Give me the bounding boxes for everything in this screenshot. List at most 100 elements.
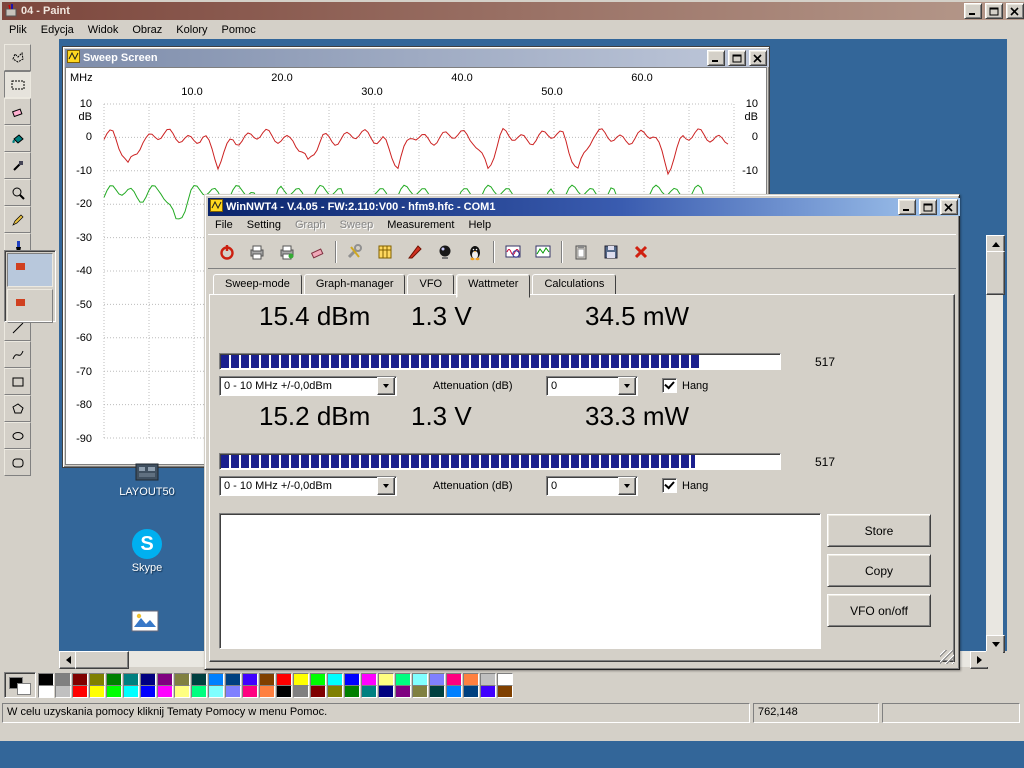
paint-menu-pomoc[interactable]: Pomoc	[214, 22, 262, 38]
rounded-rectangle-tool-icon[interactable]	[4, 449, 31, 476]
palette-swatch[interactable]	[140, 685, 156, 698]
sweep-close-button[interactable]	[749, 50, 767, 66]
palette-swatch[interactable]	[225, 685, 241, 698]
marker-button[interactable]	[400, 237, 429, 266]
fill-tool-icon[interactable]	[4, 125, 31, 152]
palette-swatch[interactable]	[242, 685, 258, 698]
tab-calculations[interactable]: Calculations	[532, 274, 616, 295]
chevron-down-icon[interactable]	[618, 477, 636, 495]
winnwt-menu-setting[interactable]: Setting	[240, 217, 288, 233]
winnwt-menu-measurement[interactable]: Measurement	[380, 217, 461, 233]
measurement-log-area[interactable]	[219, 513, 821, 649]
eraser-tool-icon[interactable]	[4, 98, 31, 125]
scope-zoom-button[interactable]	[498, 237, 527, 266]
copy-button[interactable]: Copy	[827, 554, 931, 587]
selection-opaque-option[interactable]	[7, 253, 53, 287]
linux-button[interactable]	[460, 237, 489, 266]
palette-swatch[interactable]	[157, 685, 173, 698]
palette-swatch[interactable]	[293, 685, 309, 698]
scrollbar-track[interactable]	[986, 251, 1003, 635]
table-button[interactable]	[370, 237, 399, 266]
paint-minimize-button[interactable]	[964, 3, 982, 19]
desktop-icon-picture[interactable]	[113, 609, 177, 636]
channel1-attenuation-select[interactable]: 0	[546, 376, 638, 396]
ellipse-tool-icon[interactable]	[4, 422, 31, 449]
palette-swatch[interactable]	[276, 685, 292, 698]
palette-swatch[interactable]	[259, 685, 275, 698]
power-button[interactable]	[212, 237, 241, 266]
channel1-hang-checkbox[interactable]	[662, 378, 677, 393]
resize-grip[interactable]	[940, 650, 954, 664]
sweep-maximize-button[interactable]	[728, 50, 746, 66]
palette-swatch[interactable]	[72, 685, 88, 698]
palette-swatch[interactable]	[378, 685, 394, 698]
rectangle-tool-icon[interactable]	[4, 368, 31, 395]
winnwt-menu-sweep[interactable]: Sweep	[333, 217, 381, 233]
paint-menu-plik[interactable]: Plik	[2, 22, 34, 38]
palette-swatch[interactable]	[446, 685, 462, 698]
palette-swatch[interactable]	[191, 685, 207, 698]
select-tool-icon[interactable]	[4, 71, 31, 98]
palette-swatch[interactable]	[395, 685, 411, 698]
print-button[interactable]	[242, 237, 271, 266]
winnwt-minimize-button[interactable]	[898, 199, 916, 215]
channel2-range-select[interactable]: 0 - 10 MHz +/-0,0dBm	[219, 476, 397, 496]
curve-tool-icon[interactable]	[4, 341, 31, 368]
tools-button[interactable]	[340, 237, 369, 266]
palette-swatch[interactable]	[497, 685, 513, 698]
palette-swatch[interactable]	[310, 685, 326, 698]
palette-swatch[interactable]	[327, 685, 343, 698]
tab-vfo[interactable]: VFO	[407, 274, 454, 295]
palette-swatch[interactable]	[480, 685, 496, 698]
pick-color-tool-icon[interactable]	[4, 152, 31, 179]
palette-swatch[interactable]	[89, 685, 105, 698]
orb-button[interactable]	[430, 237, 459, 266]
winnwt-titlebar[interactable]: WinNWT4 - V.4.05 - FW:2.110:V00 - hfm9.h…	[208, 198, 960, 216]
paint-close-button[interactable]	[1006, 3, 1024, 19]
palette-swatch[interactable]	[412, 685, 428, 698]
clipboard-button[interactable]	[566, 237, 595, 266]
palette-swatch[interactable]	[174, 685, 190, 698]
delete-button[interactable]	[626, 237, 655, 266]
tab-wattmeter[interactable]: Wattmeter	[456, 274, 530, 298]
magnifier-tool-icon[interactable]	[4, 179, 31, 206]
store-button[interactable]: Store	[827, 514, 931, 547]
palette-swatch[interactable]	[344, 685, 360, 698]
chevron-down-icon[interactable]	[377, 377, 395, 395]
paint-menu-widok[interactable]: Widok	[81, 22, 126, 38]
desktop-icon-skype[interactable]: S Skype	[115, 529, 179, 574]
winnwt-menu-graph[interactable]: Graph	[288, 217, 333, 233]
palette-swatch[interactable]	[463, 685, 479, 698]
save-button[interactable]	[596, 237, 625, 266]
channel2-hang-checkbox[interactable]	[662, 478, 677, 493]
winnwt-menu-help[interactable]: Help	[461, 217, 498, 233]
chevron-down-icon[interactable]	[377, 477, 395, 495]
winnwt-menu-file[interactable]: File	[208, 217, 240, 233]
foreground-background-color-box[interactable]	[4, 672, 36, 698]
winnwt-close-button[interactable]	[940, 199, 958, 215]
polygon-tool-icon[interactable]	[4, 395, 31, 422]
palette-swatch[interactable]	[55, 685, 71, 698]
scrollbar-thumb[interactable]	[75, 651, 129, 669]
selection-transparent-option[interactable]	[7, 289, 53, 323]
paint-menu-obraz[interactable]: Obraz	[125, 22, 169, 38]
pencil-tool-icon[interactable]	[4, 206, 31, 233]
clear-button[interactable]	[302, 237, 331, 266]
channel1-range-select[interactable]: 0 - 10 MHz +/-0,0dBm	[219, 376, 397, 396]
scrollbar-thumb[interactable]	[986, 251, 1005, 295]
palette-swatch[interactable]	[38, 685, 54, 698]
free-form-select-tool-icon[interactable]	[4, 44, 31, 71]
sweep-minimize-button[interactable]	[707, 50, 725, 66]
paint-menu-edycja[interactable]: Edycja	[34, 22, 81, 38]
palette-swatch[interactable]	[106, 685, 122, 698]
scope-green-button[interactable]	[528, 237, 557, 266]
chevron-down-icon[interactable]	[618, 377, 636, 395]
paint-menu-kolory[interactable]: Kolory	[169, 22, 214, 38]
tab-sweep-mode[interactable]: Sweep-mode	[213, 274, 302, 295]
paint-maximize-button[interactable]	[985, 3, 1003, 19]
tab-graph-manager[interactable]: Graph-manager	[304, 274, 406, 295]
desktop-icon-layout50[interactable]: LAYOUT50	[115, 463, 179, 498]
winnwt-maximize-button[interactable]	[919, 199, 937, 215]
channel2-attenuation-select[interactable]: 0	[546, 476, 638, 496]
palette-swatch[interactable]	[361, 685, 377, 698]
